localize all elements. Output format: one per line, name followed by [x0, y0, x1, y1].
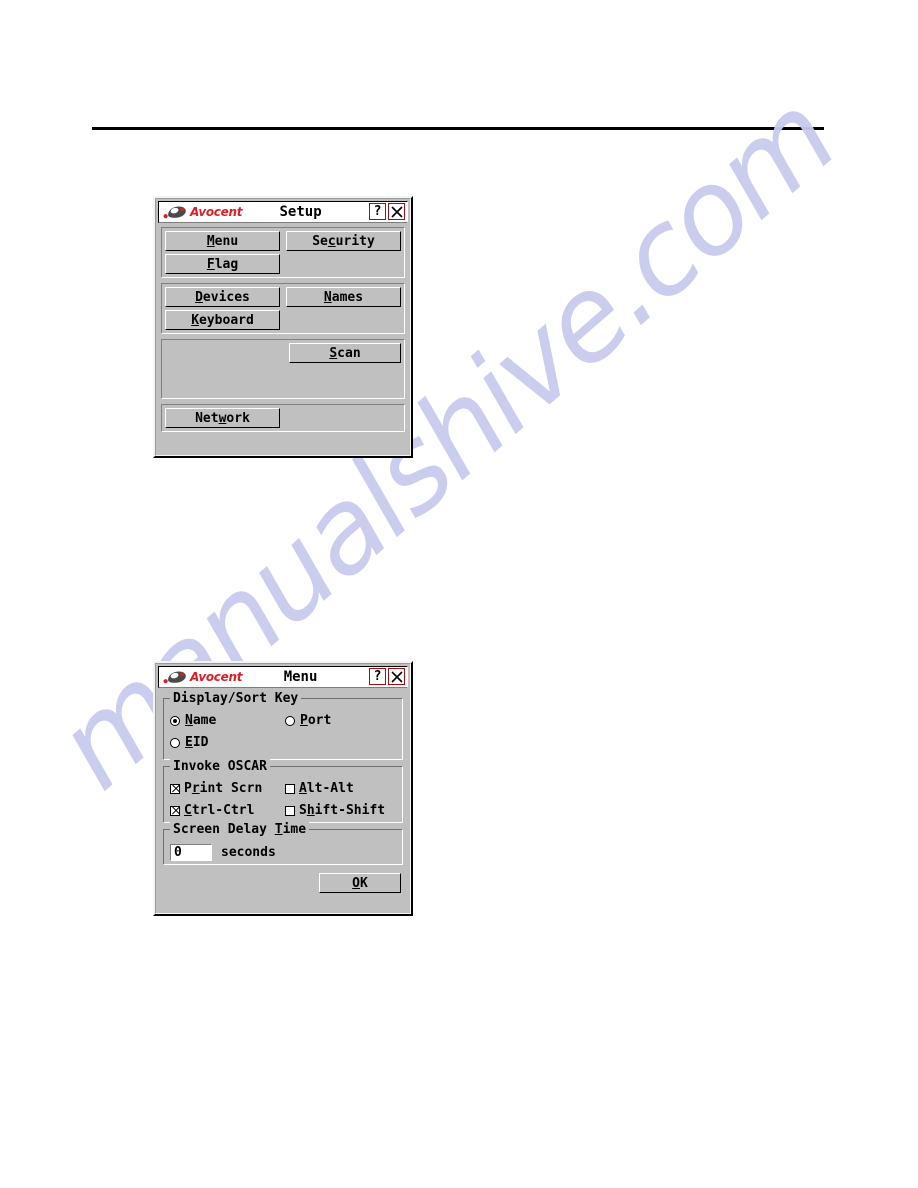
checkbox-shift-shift[interactable]: Shift-Shift — [285, 803, 385, 818]
checkbox-indicator-ctrl-ctrl[interactable] — [170, 805, 180, 816]
avocent-wordmark: Avocent — [190, 205, 243, 219]
menu-dialog-inner: Avocent Menu ? Display/Sort Key Name Por… — [155, 663, 411, 914]
checkbox-row: Ctrl-Ctrl Shift-Shift — [170, 803, 396, 818]
security-button[interactable]: Security — [286, 231, 401, 251]
checkbox-label-print-scrn: Print Scrn — [184, 781, 263, 796]
checkbox-indicator-shift-shift[interactable] — [285, 805, 295, 816]
menu-button-label: Menu — [206, 233, 239, 249]
setup-row: Network — [165, 408, 401, 428]
display-sort-key-legend: Display/Sort Key — [170, 691, 302, 706]
display-sort-key-group: Display/Sort Key Name Port EID — [163, 691, 403, 760]
checkbox-alt-alt[interactable]: Alt-Alt — [285, 781, 354, 796]
radio-label-name: Name — [185, 713, 217, 728]
setup-row: Menu Security — [165, 231, 401, 251]
close-icon[interactable] — [388, 203, 405, 220]
radio-eid[interactable]: EID — [170, 735, 285, 750]
document-page: manualshive.com Avocent Setup ? Menu Sec… — [0, 0, 918, 1188]
radio-row: EID — [170, 735, 396, 750]
setup-row: Flag — [165, 254, 401, 274]
setup-group-scan: Scan — [161, 339, 405, 399]
ok-button[interactable]: OK — [319, 873, 401, 893]
menu-dialog: Avocent Menu ? Display/Sort Key Name Por… — [153, 661, 413, 916]
radio-name[interactable]: Name — [170, 713, 285, 728]
help-button[interactable]: ? — [369, 668, 386, 685]
empty-slot — [286, 408, 401, 428]
scan-button-label: Scan — [329, 345, 361, 361]
close-icon[interactable] — [388, 668, 405, 685]
screen-delay-time-legend: Screen Delay Time — [170, 822, 310, 837]
screen-delay-input[interactable] — [170, 844, 212, 861]
devices-button[interactable]: Devices — [165, 287, 280, 307]
radio-indicator-name[interactable] — [170, 715, 180, 726]
setup-dialog: Avocent Setup ? Menu Security Flag Devic… — [153, 196, 413, 458]
setup-row: Keyboard — [165, 310, 401, 330]
scan-button[interactable]: Scan — [289, 343, 401, 363]
menu-button[interactable]: Menu — [165, 231, 280, 251]
checkbox-indicator-print-scrn[interactable] — [170, 783, 180, 794]
empty-slot — [286, 254, 401, 274]
names-button-label: Names — [323, 289, 364, 305]
radio-port[interactable]: Port — [285, 713, 331, 728]
checkbox-label-shift-shift: Shift-Shift — [299, 803, 386, 818]
menu-titlebar-buttons: ? — [369, 668, 405, 685]
delay-row: seconds — [170, 844, 396, 861]
header-rule — [92, 127, 824, 130]
flag-button[interactable]: Flag — [165, 254, 281, 274]
names-button[interactable]: Names — [286, 287, 401, 307]
setup-group-devices: Devices Names Keyboard — [161, 283, 405, 334]
invoke-oscar-legend: Invoke OSCAR — [170, 759, 270, 774]
keyboard-button[interactable]: Keyboard — [165, 310, 281, 330]
checkbox-row: Print Scrn Alt-Alt — [170, 781, 396, 796]
menu-footer: OK — [161, 871, 405, 895]
checkbox-label-ctrl-ctrl: Ctrl-Ctrl — [184, 803, 255, 818]
ok-button-label: OK — [352, 875, 368, 891]
setup-group-network: Network — [161, 404, 405, 432]
help-button[interactable]: ? — [369, 203, 386, 220]
avocent-wordmark: Avocent — [190, 670, 243, 684]
network-button[interactable]: Network — [165, 408, 281, 428]
avocent-swoosh-icon — [163, 669, 189, 685]
radio-label-eid: EID — [185, 735, 209, 750]
checkbox-ctrl-ctrl[interactable]: Ctrl-Ctrl — [170, 803, 285, 818]
setup-titlebar-buttons: ? — [369, 203, 405, 220]
setup-row: Scan — [165, 343, 401, 363]
setup-body: Menu Security Flag Devices Names Keyboar… — [158, 223, 408, 435]
radio-label-port: Port — [300, 713, 332, 728]
network-button-label: Network — [195, 410, 250, 426]
avocent-logo: Avocent — [163, 668, 242, 686]
security-button-label: Security — [312, 233, 375, 249]
avocent-swoosh-icon — [163, 204, 189, 220]
radio-row: Name Port — [170, 713, 396, 728]
setup-group-display: Menu Security Flag — [161, 227, 405, 278]
keyboard-button-label: Keyboard — [191, 312, 254, 328]
checkbox-print-scrn[interactable]: Print Scrn — [170, 781, 285, 796]
screen-delay-units: seconds — [221, 845, 276, 860]
avocent-logo: Avocent — [163, 203, 242, 221]
radio-indicator-port[interactable] — [285, 715, 295, 726]
setup-row: Devices Names — [165, 287, 401, 307]
invoke-oscar-group: Invoke OSCAR Print Scrn Alt-Alt Ctrl-Ctr… — [163, 759, 403, 823]
watermark-layer: manualshive.com — [0, 0, 918, 1188]
menu-titlebar: Avocent Menu ? — [158, 666, 408, 688]
screen-delay-time-group: Screen Delay Time seconds — [163, 822, 403, 865]
setup-titlebar: Avocent Setup ? — [158, 201, 408, 223]
checkbox-indicator-alt-alt[interactable] — [285, 783, 295, 794]
empty-slot — [286, 310, 401, 330]
checkbox-label-alt-alt: Alt-Alt — [299, 781, 354, 796]
radio-indicator-eid[interactable] — [170, 737, 180, 748]
flag-button-label: Flag — [206, 256, 239, 272]
setup-dialog-inner: Avocent Setup ? Menu Security Flag Devic… — [155, 198, 411, 456]
devices-button-label: Devices — [195, 289, 250, 305]
menu-body: Display/Sort Key Name Port EID Invoke OS… — [158, 688, 408, 898]
